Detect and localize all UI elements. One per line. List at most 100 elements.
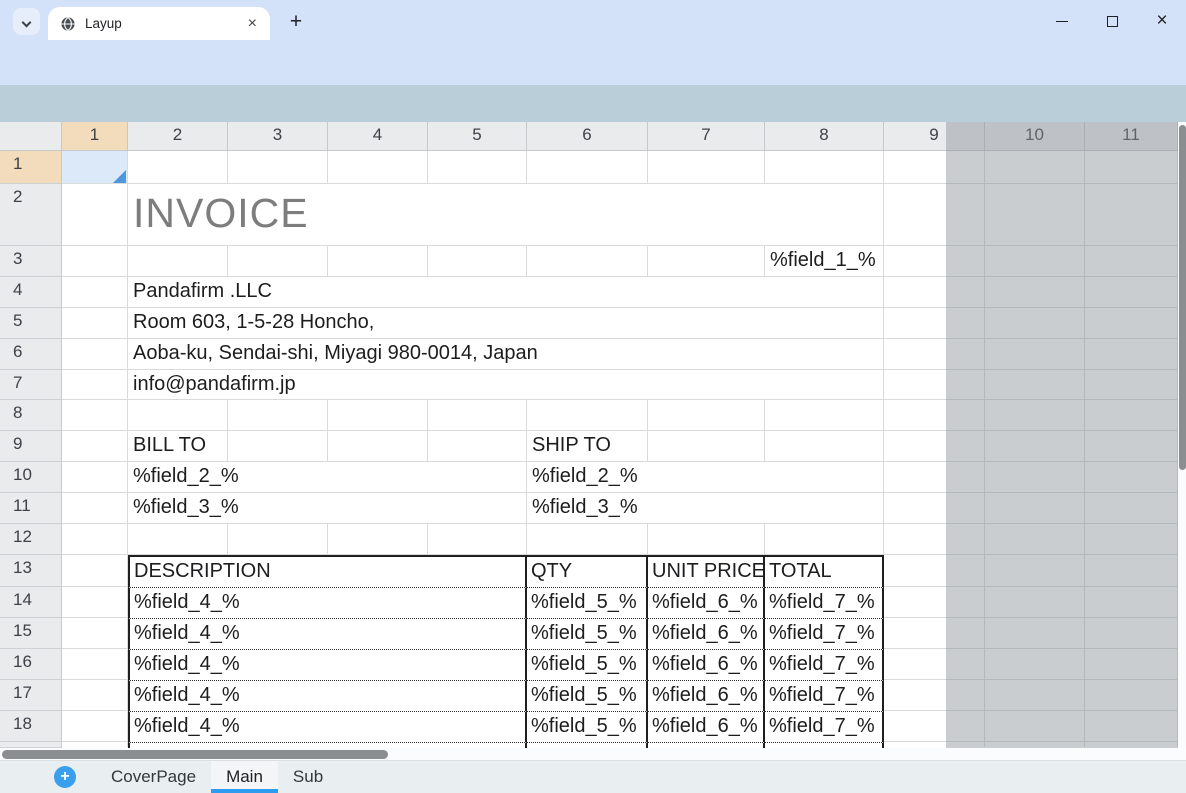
row-header-11[interactable]: 11 [0,493,62,524]
cell-r16c2[interactable]: %field_4_% [128,649,527,680]
cell-r1c2[interactable] [128,151,228,183]
column-header-3[interactable]: 3 [228,122,328,151]
cell-r15c8[interactable]: %field_7_% [765,618,884,649]
browser-tab[interactable]: Layup × [48,7,270,40]
tab-close-icon[interactable]: × [245,15,260,33]
row-header-7[interactable]: 7 [0,370,62,400]
cell-r19c1[interactable] [62,742,128,747]
cell-r6c1[interactable] [62,339,128,369]
cell-r9c6[interactable]: SHIP TO [527,431,648,461]
cell-r12c11[interactable] [1085,524,1178,554]
cell-r14c9[interactable] [884,587,985,617]
cell-r14c10[interactable] [985,587,1085,617]
cell-r12c8[interactable] [765,524,884,554]
cell-r4c2[interactable]: Pandafirm .LLC [128,277,884,307]
cell-r18c7[interactable]: %field_6_% [648,711,765,742]
cell-r19c9[interactable] [884,742,985,747]
cell-r10c10[interactable] [985,462,1085,492]
cell-r18c9[interactable] [884,711,985,741]
cell-r1c4[interactable] [328,151,428,183]
maximize-icon[interactable] [1102,11,1122,31]
cell-r13c9[interactable] [884,555,985,586]
cell-r14c2[interactable]: %field_4_% [128,587,527,618]
cell-r2c2[interactable]: INVOICE [128,184,884,245]
cell-r10c11[interactable] [1085,462,1178,492]
cell-r11c11[interactable] [1085,493,1178,523]
cell-r5c11[interactable] [1085,308,1178,338]
cell-r18c6[interactable]: %field_5_% [527,711,648,742]
cell-r13c7[interactable]: UNIT PRICE [648,555,765,587]
cell-r16c6[interactable]: %field_5_% [527,649,648,680]
cell-r8c6[interactable] [527,400,648,430]
cell-r13c11[interactable] [1085,555,1178,586]
cell-r15c7[interactable]: %field_6_% [648,618,765,649]
cell-r15c10[interactable] [985,618,1085,648]
cell-r17c9[interactable] [884,680,985,710]
cell-r16c7[interactable]: %field_6_% [648,649,765,680]
cell-r13c10[interactable] [985,555,1085,586]
cell-r17c10[interactable] [985,680,1085,710]
tab-search-button[interactable] [13,8,40,35]
cell-r7c2[interactable]: info@pandafirm.jp [128,370,884,399]
cell-r12c5[interactable] [428,524,527,554]
cell-r15c11[interactable] [1085,618,1178,648]
cell-r16c1[interactable] [62,649,128,679]
cell-r12c7[interactable] [648,524,765,554]
cell-r13c2[interactable]: DESCRIPTION [128,555,527,587]
cell-r7c1[interactable] [62,370,128,399]
cell-r9c11[interactable] [1085,431,1178,461]
cell-r5c1[interactable] [62,308,128,338]
column-header-10[interactable]: 10 [985,122,1085,151]
add-sheet-button[interactable]: + [54,766,76,788]
cell-r1c6[interactable] [527,151,648,183]
vertical-scrollbar[interactable] [1178,122,1186,748]
cell-r2c1[interactable] [62,184,128,245]
cell-r9c8[interactable] [765,431,884,461]
row-header-2[interactable]: 2 [0,184,62,246]
cell-r5c9[interactable] [884,308,985,338]
cell-r3c2[interactable] [128,246,228,276]
cell-r12c4[interactable] [328,524,428,554]
row-header-3[interactable]: 3 [0,246,62,277]
row-header-5[interactable]: 5 [0,308,62,339]
cell-r12c3[interactable] [228,524,328,554]
cell-r10c6[interactable]: %field_2_% [527,462,884,492]
cell-r6c10[interactable] [985,339,1085,369]
cell-r7c10[interactable] [985,370,1085,399]
cell-r7c9[interactable] [884,370,985,399]
cell-r2c10[interactable] [985,184,1085,245]
cell-r12c6[interactable] [527,524,648,554]
row-header-10[interactable]: 10 [0,462,62,493]
sheet-tab-coverpage[interactable]: CoverPage [96,761,211,793]
cell-r1c9[interactable] [884,151,985,183]
cell-r8c7[interactable] [648,400,765,430]
cell-r9c2[interactable]: BILL TO [128,431,228,461]
cell-r14c1[interactable] [62,587,128,617]
cell-r8c10[interactable] [985,400,1085,430]
cell-r8c2[interactable] [128,400,228,430]
cell-r1c10[interactable] [985,151,1085,183]
cell-r16c9[interactable] [884,649,985,679]
cell-r3c8[interactable]: %field_1_% [765,246,884,276]
cell-r1c8[interactable] [765,151,884,183]
cell-r17c2[interactable]: %field_4_% [128,680,527,711]
cell-r3c3[interactable] [228,246,328,276]
cell-r15c9[interactable] [884,618,985,648]
cell-r8c11[interactable] [1085,400,1178,430]
cell-r3c7[interactable] [648,246,765,276]
cell-r4c10[interactable] [985,277,1085,307]
cell-r18c2[interactable]: %field_4_% [128,711,527,742]
row-header-1[interactable]: 1 [0,151,62,184]
row-header-16[interactable]: 16 [0,649,62,680]
cell-r1c3[interactable] [228,151,328,183]
cell-r16c10[interactable] [985,649,1085,679]
cell-r9c7[interactable] [648,431,765,461]
column-header-11[interactable]: 11 [1085,122,1178,151]
cell-r8c4[interactable] [328,400,428,430]
sheet-tab-main[interactable]: Main [211,761,278,793]
cell-r10c1[interactable] [62,462,128,492]
cell-r8c5[interactable] [428,400,527,430]
cell-r3c9[interactable] [884,246,985,276]
cell-r3c6[interactable] [527,246,648,276]
cell-r14c6[interactable]: %field_5_% [527,587,648,618]
